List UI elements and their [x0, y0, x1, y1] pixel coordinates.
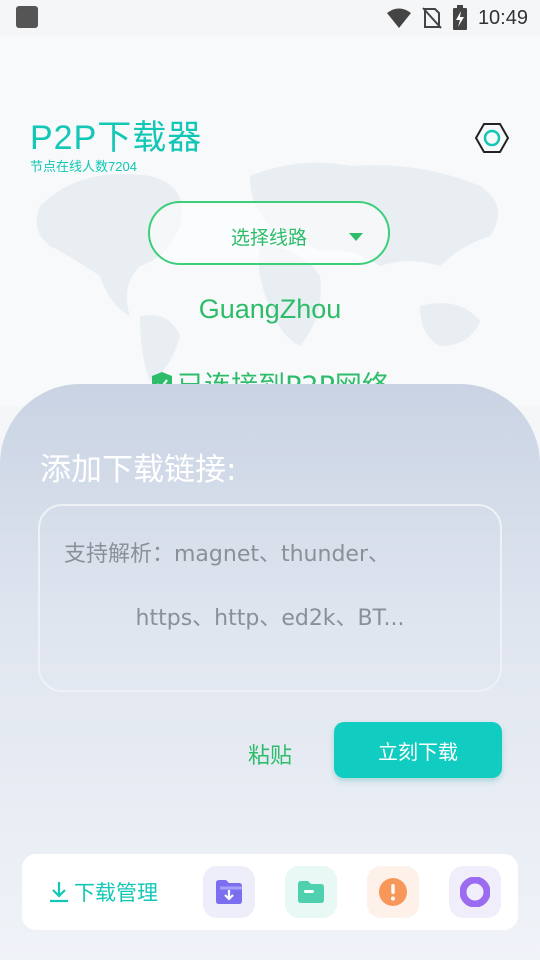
status-bar: 10:49 — [0, 0, 540, 36]
placeholder-line-1: 支持解析：magnet、thunder、 — [64, 542, 390, 567]
card-heading: 添加下载链接: — [40, 452, 237, 488]
route-select[interactable]: 选择线路 — [148, 201, 390, 265]
download-icon — [50, 882, 68, 903]
link-input[interactable]: 支持解析：magnet、thunder、 https、http、ed2k、BT.… — [38, 504, 502, 692]
folder-button[interactable] — [285, 866, 337, 918]
world-map-background — [36, 162, 498, 381]
alert-button[interactable] — [367, 866, 419, 918]
dropdown-arrow-icon — [349, 233, 363, 241]
download-manage-button[interactable]: 下载管理 — [48, 876, 158, 908]
app-notification-icon — [16, 6, 38, 28]
node-count: 节点在线人数7204 — [30, 159, 137, 174]
download-now-button[interactable]: 立刻下载 — [334, 722, 502, 778]
alert-icon — [379, 878, 407, 906]
status-time: 10:49 — [477, 6, 528, 29]
donut-button[interactable] — [449, 866, 501, 918]
paste-button[interactable]: 粘贴 — [248, 738, 292, 770]
settings-hexagon-icon[interactable] — [474, 120, 510, 156]
folder-download-icon — [216, 880, 242, 904]
wifi-icon — [386, 8, 411, 28]
folder-download-button[interactable] — [203, 866, 255, 918]
download-manage-label: 下载管理 — [74, 881, 158, 905]
bottom-toolbar: 下载管理 — [22, 854, 518, 930]
battery-charging-icon — [452, 5, 467, 30]
city-name: GuangZhou — [198, 294, 342, 324]
no-sim-icon — [422, 7, 442, 29]
status-indicators: 10:49 — [386, 4, 528, 32]
placeholder-line-2: https、http、ed2k、BT... — [135, 606, 405, 631]
folder-icon — [298, 881, 324, 903]
donut-icon — [460, 877, 490, 907]
header-area: P2P下载器 节点在线人数7204 选择线路 GuangZhou 已连接到P2P… — [0, 36, 540, 406]
app-title: P2P下载器 — [30, 119, 203, 157]
